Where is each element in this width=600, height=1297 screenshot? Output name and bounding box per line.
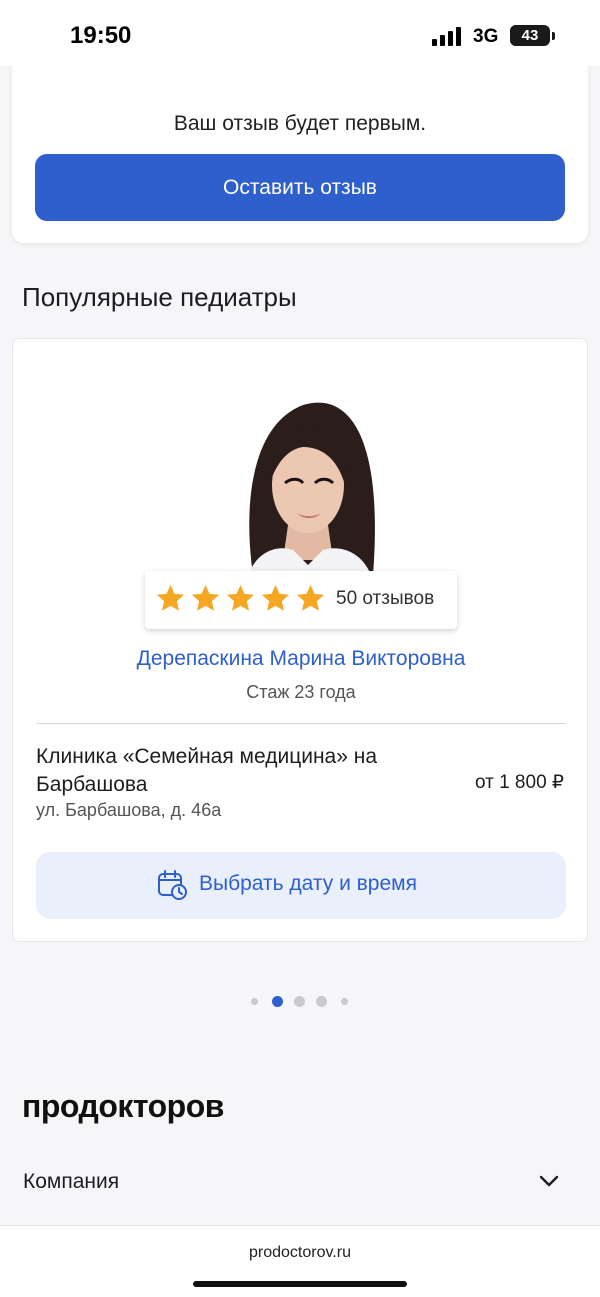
pagination-dot[interactable] [294,996,305,1007]
clinic-address: ул. Барбашова, д. 46а [36,800,222,820]
url-text[interactable]: prodoctorov.ru [0,1244,600,1262]
pagination-dot[interactable] [341,998,348,1005]
pagination-dot-active[interactable] [272,996,283,1007]
doctor-experience: Стаж 23 года [246,682,356,702]
star-icon [296,584,325,611]
status-bar: 19:50 3G 43 [0,0,600,66]
battery-icon: 43 [510,25,550,46]
company-accordion[interactable]: Компания [0,1155,600,1209]
doctor-name-link[interactable]: Дерепаскина Марина Викторовна [13,647,589,671]
doctor-photo[interactable] [233,385,383,575]
browser-address-bar[interactable]: prodoctorov.ru [0,1225,600,1297]
choose-date-time-label: Выбрать дату и время [199,872,417,895]
pagination-dot[interactable] [251,998,258,1005]
pagination-dot[interactable] [316,996,327,1007]
clinic-name[interactable]: Клиника «Семейная медицина» на Барбашова [36,743,436,799]
company-label: Компания [23,1170,120,1193]
signal-icon [432,26,464,46]
site-logo[interactable]: продокторов [22,1088,224,1125]
first-review-text: Ваш отзыв будет первым. [173,112,427,135]
battery-tip [552,32,555,40]
choose-date-time-button[interactable]: Выбрать дату и время [36,852,566,919]
network-type: 3G [473,26,499,47]
rating-stars [155,583,330,617]
price: от 1 800 ₽ [474,772,564,793]
star-icon [226,584,255,611]
doctor-card: 50 отзывов Дерепаскина Марина Викторовна… [12,338,588,942]
status-time: 19:50 [70,22,132,49]
battery-level: 43 [521,27,539,44]
star-icon [191,584,220,611]
leave-review-button[interactable]: Оставить отзыв [35,154,565,221]
chevron-down-icon [539,1175,559,1187]
home-indicator[interactable] [193,1281,407,1287]
reviews-count[interactable]: 50 отзывов [336,588,434,610]
section-title: Популярные педиатры [22,282,297,312]
review-card: Ваш отзыв будет первым. Оставить отзыв [12,40,588,243]
carousel-pagination [0,994,600,1008]
star-icon [261,584,290,611]
calendar-clock-icon [158,870,187,900]
star-icon [156,584,185,611]
divider [36,723,566,724]
rating-box[interactable]: 50 отзывов [145,571,457,629]
